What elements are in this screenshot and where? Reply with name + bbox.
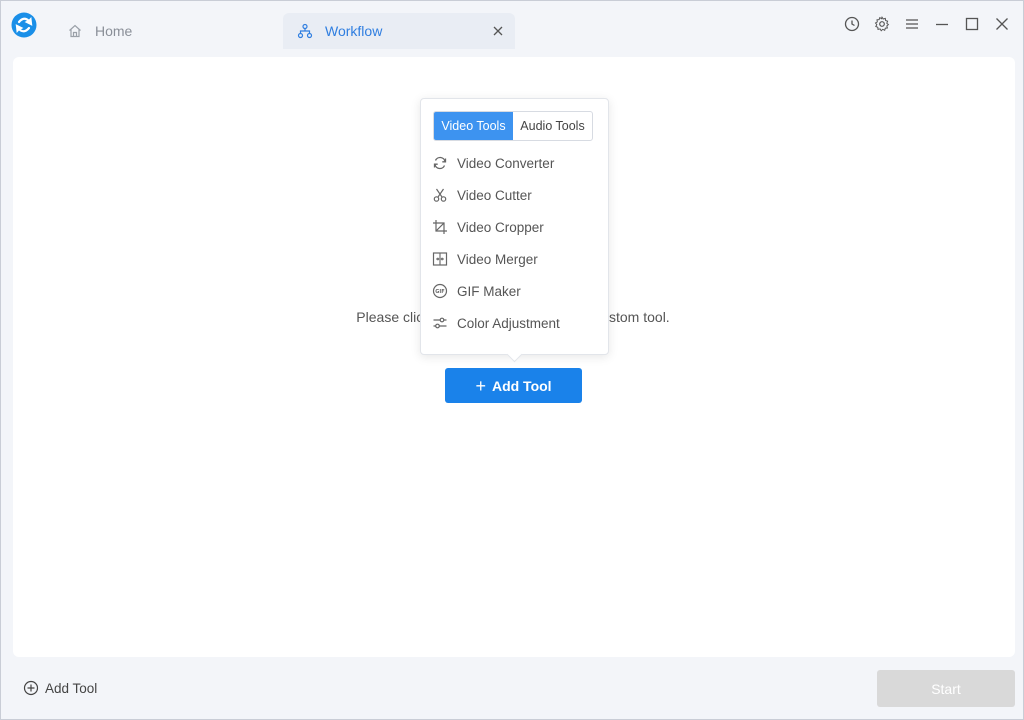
- tab-home-label: Home: [95, 23, 133, 39]
- tool-dropdown: Video Tools Audio Tools Video Converter …: [420, 98, 609, 355]
- menu-item-video-cutter[interactable]: Video Cutter: [421, 179, 608, 211]
- menu-item-gif-maker[interactable]: GIF GIF Maker: [421, 275, 608, 307]
- menu-item-label: Video Cropper: [457, 219, 544, 235]
- menu-icon[interactable]: [903, 15, 921, 33]
- app-logo-icon: [11, 12, 37, 38]
- maximize-icon[interactable]: [963, 15, 981, 33]
- clock-icon[interactable]: [843, 15, 861, 33]
- tab-workflow[interactable]: Workflow: [283, 13, 515, 49]
- start-button[interactable]: Start: [877, 670, 1015, 707]
- home-icon: [67, 23, 83, 39]
- tab-audio-tools[interactable]: Audio Tools: [513, 112, 592, 140]
- menu-item-label: Video Cutter: [457, 187, 532, 203]
- minimize-icon[interactable]: [933, 15, 951, 33]
- svg-text:GIF: GIF: [435, 289, 444, 295]
- window-controls: [843, 15, 1011, 33]
- add-circle-icon: [23, 680, 39, 696]
- tool-menu: Video Converter Video Cutter Video Cropp…: [421, 147, 608, 339]
- crop-icon: [432, 219, 448, 235]
- menu-item-video-cropper[interactable]: Video Cropper: [421, 211, 608, 243]
- close-icon[interactable]: [489, 22, 507, 40]
- gif-icon: GIF: [432, 283, 448, 299]
- sliders-icon: [432, 315, 448, 331]
- menu-item-color-adjustment[interactable]: Color Adjustment: [421, 307, 608, 339]
- workflow-icon: [297, 23, 313, 39]
- convert-icon: [432, 155, 448, 171]
- title-bar: Home Workflow: [1, 1, 1023, 49]
- menu-item-label: GIF Maker: [457, 283, 521, 299]
- add-tool-label: Add Tool: [491, 377, 552, 394]
- tab-workflow-label: Workflow: [325, 23, 383, 39]
- menu-item-label: Video Merger: [457, 251, 538, 267]
- tab-video-tools[interactable]: Video Tools: [434, 112, 513, 140]
- workflow-canvas: Please click ustom tool. + Add Tool Video…: [13, 57, 1015, 657]
- plus-icon: +: [475, 375, 486, 396]
- add-tool-button[interactable]: + Add Tool: [445, 368, 582, 403]
- tool-category-switch: Video Tools Audio Tools: [433, 111, 593, 141]
- scissors-icon: [432, 187, 448, 203]
- footer-add-tool-label: Add Tool: [45, 680, 98, 696]
- menu-item-label: Video Converter: [457, 155, 555, 171]
- tab-home[interactable]: Home: [59, 13, 279, 49]
- hint-right-text: ustom tool.: [601, 309, 670, 325]
- menu-item-video-converter[interactable]: Video Converter: [421, 147, 608, 179]
- window-close-icon[interactable]: [993, 15, 1011, 33]
- merge-icon: [432, 251, 448, 267]
- footer-add-tool-button[interactable]: Add Tool: [23, 678, 97, 698]
- gear-icon[interactable]: [873, 15, 891, 33]
- menu-item-label: Color Adjustment: [457, 315, 560, 331]
- menu-item-video-merger[interactable]: Video Merger: [421, 243, 608, 275]
- app-window: Home Workflow Please click ustom tool. +…: [0, 0, 1024, 720]
